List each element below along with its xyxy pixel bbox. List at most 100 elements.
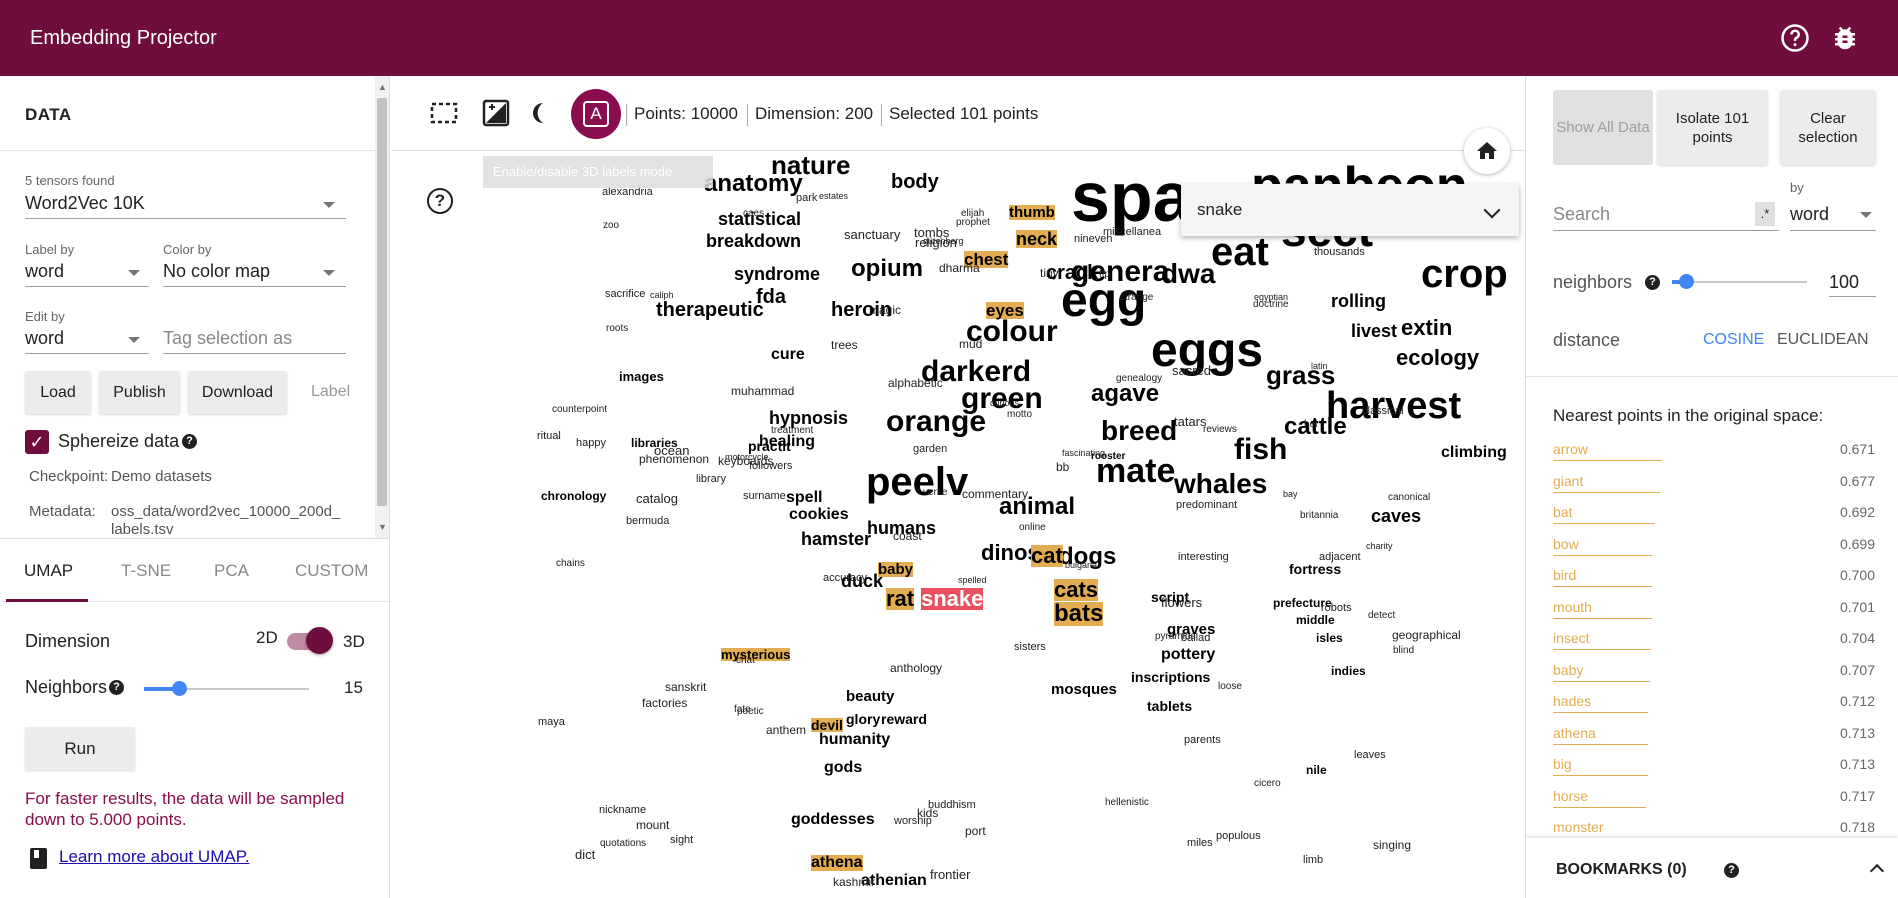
point-label[interactable]: chronology — [541, 490, 606, 502]
selected-point-label[interactable]: snake — [921, 588, 984, 610]
point-label[interactable]: quotations — [600, 839, 646, 849]
neighbor-word[interactable]: monster — [1553, 819, 1604, 835]
distance-cosine-option[interactable]: COSINE — [1703, 331, 1764, 349]
publish-button[interactable]: Publish — [99, 371, 180, 414]
point-label[interactable]: breakdown — [706, 232, 801, 250]
neighbor-word[interactable]: big — [1553, 756, 1572, 772]
point-label[interactable]: agave — [1091, 382, 1159, 406]
learn-more-umap-link[interactable]: Learn more about UMAP. — [59, 847, 250, 867]
list-item[interactable]: bat 0.692 — [1553, 504, 1875, 536]
point-search-dropdown[interactable]: snake — [1181, 184, 1519, 236]
point-label[interactable]: coast — [893, 530, 922, 542]
show-all-data-button[interactable]: Show All Data — [1553, 90, 1653, 165]
bug-icon[interactable] — [1830, 23, 1860, 53]
point-label[interactable]: accuracy — [823, 573, 867, 584]
point-label[interactable]: ftp — [1099, 270, 1110, 280]
point-label[interactable]: devil — [811, 718, 843, 732]
neighbor-word[interactable]: hades — [1553, 693, 1591, 709]
help-icon[interactable]: ? — [1724, 863, 1739, 878]
help-icon[interactable]: ? — [182, 434, 197, 449]
point-label[interactable]: surname — [743, 491, 786, 502]
point-label[interactable]: populous — [1216, 831, 1261, 842]
point-label[interactable]: online — [1019, 523, 1046, 533]
point-label[interactable]: isles — [1316, 632, 1343, 644]
point-label[interactable]: ritual — [537, 431, 561, 442]
tab-umap[interactable]: UMAP — [24, 561, 73, 581]
neighbor-word[interactable]: athena — [1553, 725, 1596, 741]
chevron-down-icon[interactable] — [1860, 212, 1872, 218]
point-label[interactable]: leaves — [1354, 750, 1386, 761]
point-label[interactable]: bulgaria — [1065, 561, 1097, 570]
point-label[interactable]: bb — [1056, 461, 1069, 473]
point-label[interactable]: thousands — [1314, 247, 1365, 258]
point-label[interactable]: climbing — [1441, 445, 1507, 461]
chevron-down-icon[interactable] — [128, 337, 140, 343]
point-label[interactable]: nickname — [599, 805, 646, 816]
point-label[interactable]: tablets — [1147, 699, 1192, 713]
point-label[interactable]: pyramids — [1155, 632, 1196, 642]
point-label[interactable]: cure — [771, 347, 805, 363]
point-label[interactable]: geographical — [1392, 629, 1461, 641]
point-label[interactable]: flowers — [1161, 596, 1202, 609]
list-item[interactable]: big 0.713 — [1553, 756, 1875, 788]
point-label[interactable]: detect — [1368, 611, 1395, 621]
chevron-up-icon[interactable] — [1869, 863, 1885, 879]
point-label[interactable]: predominant — [1176, 500, 1237, 511]
point-label[interactable]: classical — [1362, 406, 1404, 417]
point-label[interactable]: nature — [771, 152, 850, 178]
night-mode-icon[interactable] — [481, 98, 511, 128]
point-label[interactable]: alexandria — [602, 187, 653, 198]
point-label[interactable]: mount — [636, 819, 669, 831]
point-label[interactable]: bermuda — [626, 516, 669, 527]
point-label[interactable]: rat — [886, 588, 915, 610]
point-label[interactable]: spa — [1071, 162, 1192, 232]
point-label[interactable]: adjacent — [1319, 552, 1361, 563]
point-label[interactable]: park — [796, 193, 817, 204]
point-label[interactable]: livest — [1351, 322, 1397, 340]
point-label[interactable]: alphabetic — [888, 377, 943, 389]
tab-pca[interactable]: PCA — [214, 561, 249, 581]
theme-icon[interactable] — [529, 98, 559, 128]
point-label[interactable]: library — [696, 474, 726, 485]
point-label[interactable]: fate — [734, 705, 751, 715]
list-item[interactable]: baby 0.707 — [1553, 662, 1875, 694]
neighbors-slider-knob[interactable] — [1679, 274, 1694, 289]
point-label[interactable]: practit — [748, 439, 791, 453]
point-label[interactable]: tatars — [1174, 415, 1207, 428]
point-label[interactable]: canonical — [1388, 493, 1430, 503]
point-label[interactable]: curious — [990, 399, 1019, 408]
regex-toggle[interactable]: .* — [1755, 202, 1775, 226]
sphereize-checkbox[interactable]: ✓ — [25, 430, 49, 454]
point-label[interactable]: magic — [869, 304, 901, 316]
point-label[interactable]: cats — [1054, 579, 1099, 601]
point-label[interactable]: middle — [1296, 614, 1335, 626]
point-label[interactable]: chains — [556, 559, 585, 569]
point-label[interactable]: mysterious — [721, 648, 791, 661]
point-label[interactable]: sacred — [1172, 364, 1211, 377]
point-label[interactable]: parents — [1184, 735, 1221, 746]
point-label[interactable]: robots — [1321, 603, 1352, 614]
chevron-down-icon[interactable] — [1483, 201, 1501, 219]
home-button[interactable] — [1464, 128, 1510, 174]
chevron-down-icon[interactable] — [128, 270, 140, 276]
neighbors-slider-knob[interactable] — [172, 681, 187, 696]
chevron-down-icon[interactable] — [323, 202, 335, 208]
point-label[interactable]: genealogy — [1116, 374, 1162, 384]
point-label[interactable]: happy — [576, 438, 606, 449]
point-label[interactable]: opium — [851, 257, 923, 281]
run-button[interactable]: Run — [25, 727, 135, 770]
point-label[interactable]: fda — [756, 287, 786, 307]
dimension-toggle-knob[interactable] — [306, 627, 333, 654]
point-label[interactable]: factories — [642, 697, 687, 709]
point-label[interactable]: eyes — [986, 302, 1024, 319]
point-label[interactable]: commentary — [962, 488, 1028, 500]
tensor-select[interactable]: Word2Vec 10K — [25, 193, 145, 214]
neighbors-input[interactable]: 100 — [1829, 272, 1859, 293]
tag-selection-input[interactable]: Tag selection as — [163, 328, 292, 349]
point-label[interactable]: body — [891, 172, 939, 192]
help-icon[interactable] — [1780, 23, 1810, 53]
point-label[interactable]: beauty — [846, 689, 894, 704]
tab-custom[interactable]: CUSTOM — [295, 561, 368, 581]
point-label[interactable]: prophet — [956, 218, 990, 228]
point-label[interactable]: followers — [749, 461, 792, 472]
